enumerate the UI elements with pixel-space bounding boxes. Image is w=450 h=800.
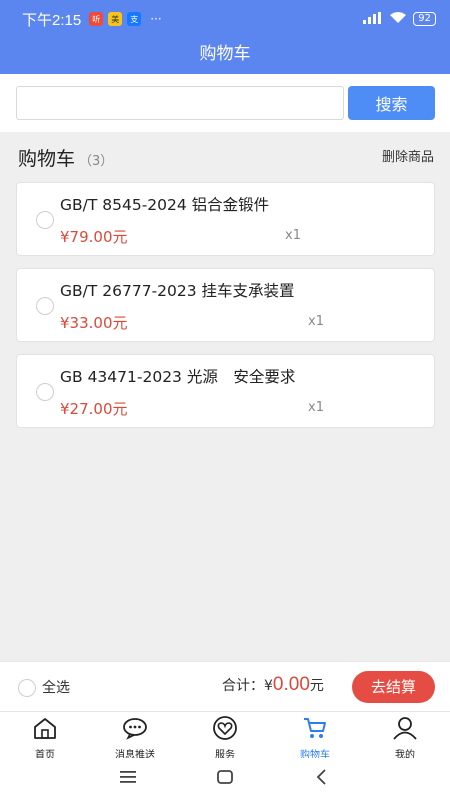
search-input[interactable] — [16, 86, 344, 120]
total-value: 0.00 — [272, 674, 310, 695]
checkout-button[interactable]: 去结算 — [352, 671, 435, 703]
tab-services[interactable]: 服务 — [180, 712, 270, 761]
message-icon — [122, 716, 148, 744]
item-price: ¥33.00元 — [60, 314, 128, 332]
cart-title: 购物车 — [18, 148, 76, 170]
item-select-radio[interactable] — [36, 383, 54, 401]
battery-indicator: 92 — [413, 12, 436, 26]
tab-cart[interactable]: 购物车 — [270, 712, 360, 761]
cart-icon — [302, 716, 328, 744]
back-icon[interactable] — [312, 767, 332, 791]
home-button-icon[interactable] — [215, 767, 235, 791]
cart-count: （3） — [79, 154, 114, 169]
item-quantity: x1 — [308, 314, 324, 329]
search-bar: 搜索 — [0, 74, 450, 132]
cart-item[interactable]: GB/T 8545-2024 铝合金锻件 ¥79.00元 x1 — [16, 182, 435, 256]
select-all-radio[interactable] — [18, 679, 36, 697]
item-price: ¥79.00元 — [60, 228, 128, 246]
item-quantity: x1 — [308, 400, 324, 415]
menu-icon[interactable] — [118, 767, 138, 791]
item-select-radio[interactable] — [36, 211, 54, 229]
user-icon — [392, 716, 418, 744]
cart-item-list: GB/T 8545-2024 铝合金锻件 ¥79.00元 x1 GB/T 267… — [16, 182, 435, 440]
page-title: 购物车 — [0, 38, 450, 74]
total-summary: 合计：¥0.00元 — [222, 674, 324, 696]
search-button[interactable]: 搜索 — [348, 86, 435, 120]
item-name: GB 43471-2023 光源 安全要求 — [60, 368, 296, 386]
heart-icon — [212, 716, 238, 744]
cart-item[interactable]: GB/T 26777-2023 挂车支承装置 ¥33.00元 x1 — [16, 268, 435, 342]
meituan-app-icon: 美 — [108, 12, 123, 26]
cart-item[interactable]: GB 43471-2023 光源 安全要求 ¥27.00元 x1 — [16, 354, 435, 428]
tab-messages[interactable]: 消息推送 — [90, 712, 180, 761]
alipay-app-icon: 支 — [127, 12, 142, 26]
checkout-bar: 全选 合计：¥0.00元 去结算 — [0, 661, 450, 711]
status-bar: 下午2:15 听 美 支 ··· 92 — [0, 0, 450, 38]
wifi-icon — [389, 11, 407, 27]
item-price: ¥27.00元 — [60, 400, 128, 418]
tab-home[interactable]: 首页 — [0, 712, 90, 761]
more-notifications-icon: ··· — [150, 12, 162, 26]
delete-items-button[interactable]: 删除商品 — [382, 146, 434, 165]
total-currency: ¥ — [264, 678, 273, 694]
item-name: GB/T 26777-2023 挂车支承装置 — [60, 282, 295, 300]
item-quantity: x1 — [285, 228, 301, 243]
tab-profile[interactable]: 我的 — [360, 712, 450, 761]
select-all-label[interactable]: 全选 — [42, 677, 70, 697]
item-name: GB/T 8545-2024 铝合金锻件 — [60, 196, 270, 214]
total-unit: 元 — [309, 678, 324, 694]
signal-icon — [361, 11, 383, 27]
total-label: 合计： — [222, 678, 264, 694]
item-select-radio[interactable] — [36, 297, 54, 315]
bottom-tab-bar: 首页 消息推送 服务 购物车 我的 — [0, 711, 450, 761]
notification-app-icon: 听 — [89, 12, 104, 26]
system-nav-bar — [0, 758, 450, 800]
cart-header: 购物车 （3） 删除商品 — [18, 144, 438, 172]
home-icon — [32, 716, 58, 744]
status-time: 下午2:15 — [22, 11, 82, 29]
